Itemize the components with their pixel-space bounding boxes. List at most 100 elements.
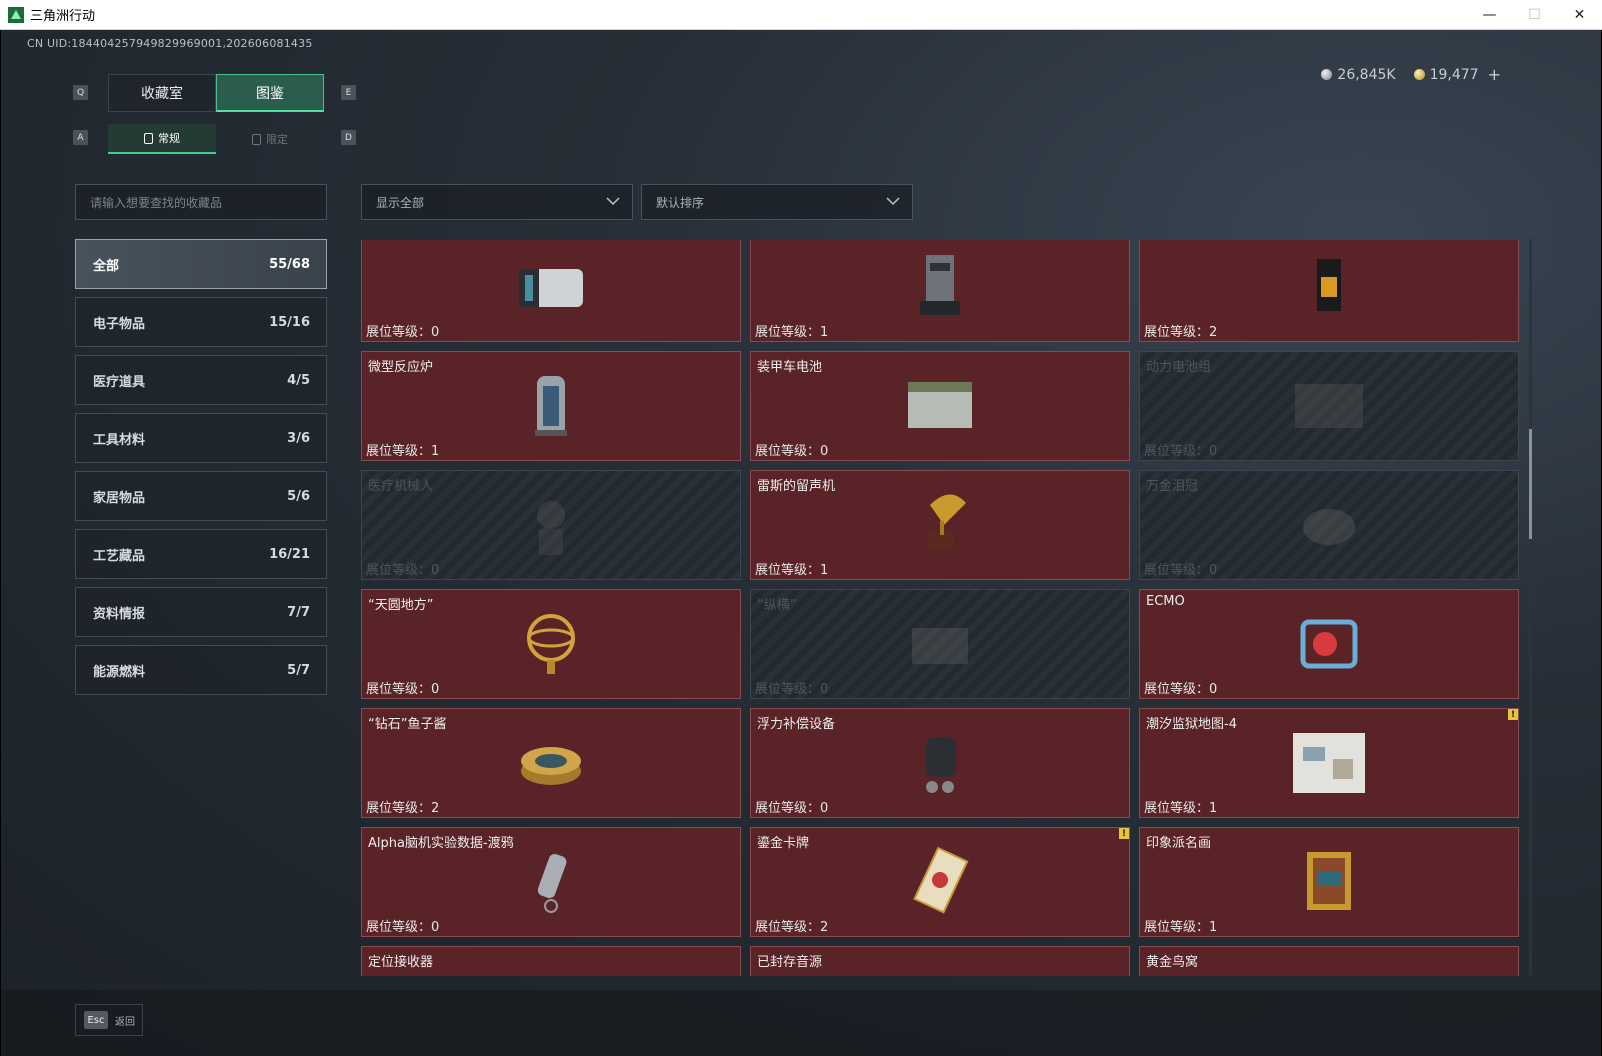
item-card[interactable]: “纵横” 展位等级：0 bbox=[750, 589, 1130, 699]
gold-amount: 19,477 bbox=[1429, 66, 1479, 83]
category-item[interactable]: 资料情报 7/7 bbox=[75, 587, 327, 637]
item-name: 鎏金卡牌 bbox=[757, 836, 810, 851]
new-badge-icon: ! bbox=[1119, 828, 1129, 839]
reactor-icon bbox=[506, 361, 596, 451]
category-item[interactable]: 电子物品 15/16 bbox=[75, 297, 327, 347]
item-grid-viewport: 展位等级：0 展位等级：1 展位等级：2 微型反应炉 展位等级：1 装甲车电池 展位等级：0… bbox=[361, 240, 1526, 976]
gold-coin-icon bbox=[1413, 69, 1425, 80]
close-button[interactable]: ✕ bbox=[1557, 0, 1602, 30]
tab-collection-room[interactable]: 收藏室 bbox=[108, 74, 216, 112]
category-list: 全部 55/68 电子物品 15/16 医疗道具 4/5 工具材料 3/6 家居物品 5/6 工艺藏… bbox=[75, 239, 327, 703]
category-label: 医疗道具 bbox=[93, 374, 146, 390]
item-card[interactable]: 装甲车电池 展位等级：0 bbox=[750, 351, 1130, 461]
category-count: 5/6 bbox=[287, 488, 310, 504]
item-card[interactable]: “钻石”鱼子酱 展位等级：2 bbox=[361, 708, 741, 818]
item-name: 雷斯的留声机 bbox=[757, 479, 836, 494]
item-name: 印象派名画 bbox=[1146, 836, 1212, 851]
window-title: 三角洲行动 bbox=[30, 9, 96, 24]
grid-scrollbar[interactable] bbox=[1529, 239, 1532, 975]
item-card[interactable]: ECMO 展位等级：0 bbox=[1139, 589, 1519, 699]
gold-nest-icon bbox=[1284, 956, 1374, 976]
item-card[interactable]: 展位等级：2 bbox=[1139, 240, 1519, 342]
item-level: 展位等级：2 bbox=[1144, 325, 1218, 340]
category-item[interactable]: 工具材料 3/6 bbox=[75, 413, 327, 463]
category-count: 4/5 bbox=[287, 372, 310, 388]
category-label: 家居物品 bbox=[93, 490, 146, 506]
tab-limited-label: 限定 bbox=[266, 133, 288, 146]
bcd-icon bbox=[895, 718, 985, 808]
item-name: 定位接收器 bbox=[368, 955, 434, 970]
item-name: Alpha脑机实验数据-渡鸦 bbox=[368, 836, 514, 851]
item-level: 展位等级：0 bbox=[755, 444, 829, 459]
item-level: 展位等级：0 bbox=[366, 325, 440, 340]
tape-reel-icon bbox=[895, 956, 985, 976]
item-card[interactable]: 已封存音源 bbox=[750, 946, 1130, 976]
new-badge-icon: ! bbox=[1508, 709, 1518, 720]
armillary-icon bbox=[506, 599, 596, 689]
maximize-button[interactable]: ☐ bbox=[1512, 0, 1557, 30]
item-level: 展位等级：1 bbox=[1144, 920, 1218, 935]
item-card[interactable]: 万金泪冠展位等级：0 bbox=[1139, 470, 1519, 580]
category-count: 7/7 bbox=[287, 604, 310, 620]
item-card[interactable]: Alpha脑机实验数据-渡鸦 展位等级：0 bbox=[361, 827, 741, 937]
item-card[interactable]: 展位等级：1 bbox=[750, 240, 1130, 342]
item-card[interactable]: 医疗机械人 展位等级：0 bbox=[361, 470, 741, 580]
silver-balance: 26,845K bbox=[1321, 65, 1396, 84]
key-hint-prev-tab: Q bbox=[73, 85, 88, 100]
machine-icon bbox=[895, 242, 985, 332]
tab-encyclopedia[interactable]: 图鉴 bbox=[216, 74, 324, 112]
scrollbar-thumb[interactable] bbox=[1529, 429, 1532, 539]
item-card[interactable]: 鎏金卡牌展位等级：2! bbox=[750, 827, 1130, 937]
card-icon bbox=[895, 837, 985, 927]
category-count: 55/68 bbox=[269, 256, 310, 272]
category-label: 资料情报 bbox=[93, 606, 146, 622]
tab-regular-label: 常规 bbox=[158, 132, 180, 145]
limited-icon bbox=[252, 133, 261, 145]
category-label: 工具材料 bbox=[93, 432, 146, 448]
item-level: 展位等级：0 bbox=[1144, 563, 1218, 578]
item-card[interactable]: 浮力补偿设备 展位等级：0 bbox=[750, 708, 1130, 818]
item-name: “钻石”鱼子酱 bbox=[368, 717, 447, 732]
ecmo-icon bbox=[1284, 599, 1374, 689]
user-uid: CN UID:184404257949829969001,20260608143… bbox=[27, 37, 313, 50]
item-card[interactable]: “天圆地方” 展位等级：0 bbox=[361, 589, 741, 699]
key-hint-prev-subtab: A bbox=[73, 130, 88, 145]
silver-coin-icon bbox=[1321, 69, 1333, 80]
category-label: 能源燃料 bbox=[93, 664, 146, 680]
tab-limited[interactable]: 限定 bbox=[216, 124, 324, 154]
key-hint-next-subtab: D bbox=[341, 130, 356, 145]
sort-dropdown[interactable]: 默认排序 bbox=[641, 184, 913, 220]
item-name: 黄金鸟窝 bbox=[1146, 955, 1199, 970]
category-item[interactable]: 医疗道具 4/5 bbox=[75, 355, 327, 405]
tab-regular[interactable]: 常规 bbox=[108, 124, 216, 154]
category-item[interactable]: 能源燃料 5/7 bbox=[75, 645, 327, 695]
category-item[interactable]: 家居物品 5/6 bbox=[75, 471, 327, 521]
chevron-down-icon bbox=[606, 197, 620, 206]
category-item[interactable]: 全部 55/68 bbox=[75, 239, 327, 289]
item-level: 展位等级：0 bbox=[366, 682, 440, 697]
receiver-icon bbox=[506, 956, 596, 976]
item-level: 展位等级：0 bbox=[366, 563, 440, 578]
item-card[interactable]: 动力电池组 展位等级：0 bbox=[1139, 351, 1519, 461]
category-item[interactable]: 工艺藏品 16/21 bbox=[75, 529, 327, 579]
item-name: 动力电池组 bbox=[1146, 360, 1212, 375]
add-currency-button[interactable]: + bbox=[1488, 65, 1501, 84]
minimize-button[interactable]: — bbox=[1467, 0, 1512, 30]
item-card[interactable]: 潮汐监狱地图-4 展位等级：1! bbox=[1139, 708, 1519, 818]
category-count: 16/21 bbox=[269, 546, 310, 562]
window-titlebar: 三角洲行动 — ☐ ✕ bbox=[0, 0, 1602, 30]
coffee-bag-icon bbox=[1284, 242, 1374, 332]
filter-value: 显示全部 bbox=[376, 195, 425, 210]
item-card[interactable]: 雷斯的留声机 展位等级：1 bbox=[750, 470, 1130, 580]
item-card[interactable]: 展位等级：0 bbox=[361, 240, 741, 342]
category-label: 全部 bbox=[93, 258, 120, 274]
item-name: 万金泪冠 bbox=[1146, 479, 1199, 494]
primary-tabs: 收藏室 图鉴 bbox=[108, 74, 324, 112]
item-card[interactable]: 黄金鸟窝 bbox=[1139, 946, 1519, 976]
search-input[interactable]: 请输入想要查找的收藏品 bbox=[75, 184, 327, 220]
filter-dropdown[interactable]: 显示全部 bbox=[361, 184, 633, 220]
item-card[interactable]: 微型反应炉 展位等级：1 bbox=[361, 351, 741, 461]
item-level: 展位等级：2 bbox=[755, 920, 829, 935]
item-card[interactable]: 印象派名画展位等级：1 bbox=[1139, 827, 1519, 937]
item-card[interactable]: 定位接收器 bbox=[361, 946, 741, 976]
